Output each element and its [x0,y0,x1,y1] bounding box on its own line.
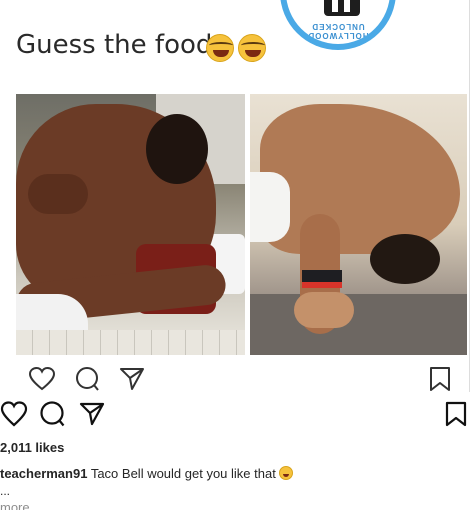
photo-left [16,94,245,355]
caption-ellipsis: ... [0,484,11,498]
more-link[interactable]: more [0,500,30,510]
like-count[interactable]: 2,011 likes [0,440,64,455]
meme-card: HOLLYWOOD UNLOCKED Guess the food [0,0,470,392]
feed-action-bar [0,400,470,430]
logo-mark-icon [324,0,360,16]
share-icon [120,368,144,390]
photo-right [250,94,467,355]
joy-emoji-icon [238,34,266,62]
caption-username[interactable]: teacherman91 [0,466,87,481]
heart-icon[interactable] [0,400,28,428]
caption-text: Taco Bell would get you like that [87,466,276,481]
share-icon[interactable] [78,400,106,428]
heart-icon [28,366,56,391]
logo-text: HOLLYWOOD UNLOCKED [307,22,369,40]
brand-logo: HOLLYWOOD UNLOCKED [280,0,396,50]
post-image[interactable]: HOLLYWOOD UNLOCKED Guess the food [0,0,470,392]
post-caption: teacherman91 Taco Bell would get you lik… [0,466,293,481]
bookmark-icon[interactable] [442,400,470,428]
meme-emojis [206,34,266,62]
comment-icon[interactable] [38,400,66,428]
joy-emoji-icon [278,466,293,480]
image-action-bar [28,366,470,392]
meme-caption: Guess the food [16,30,213,60]
joy-emoji-icon [206,34,234,62]
comment-icon [76,367,99,391]
bookmark-icon [430,367,450,391]
